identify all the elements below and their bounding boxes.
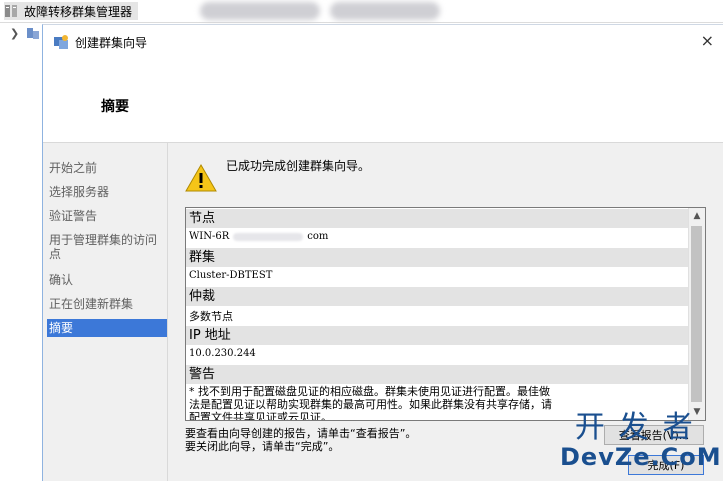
summary-report[interactable]: 节点 WIN-6R com 群集 Cluster-DBTEST 仲裁 多数节点 I… (185, 207, 706, 421)
step-validation-warning[interactable]: 验证警告 (47, 207, 167, 225)
dialog-title: 创建群集向导 (75, 36, 148, 50)
console-tree: ❯ (0, 23, 42, 480)
node-name-prefix: WIN-6R (189, 231, 230, 242)
redacted-region (200, 2, 320, 20)
site-watermark: 开发者 DevZe.CoM (560, 410, 722, 471)
close-wizard-hint: 要关闭此向导，请单击“完成”。 (185, 440, 340, 453)
warning-icon (185, 163, 217, 192)
dialog-titlebar: 创建群集向导 × (43, 25, 723, 58)
step-before-you-begin[interactable]: 开始之前 (47, 159, 167, 177)
scroll-thumb[interactable] (691, 226, 702, 402)
cluster-wizard-icon (54, 35, 68, 49)
step-select-servers[interactable]: 选择服务器 (47, 183, 167, 201)
wizard-header: 摘要 (43, 58, 723, 143)
step-confirmation[interactable]: 确认 (47, 271, 167, 289)
close-icon[interactable]: × (701, 31, 714, 50)
app-titlebar: 故障转移群集管理器 (0, 0, 723, 23)
scroll-up-icon[interactable]: ▲ (689, 208, 705, 224)
warning-note: * 找不到用于配置磁盘见证的相应磁盘。群集未使用见证进行配置。最佳做法是配置见证… (189, 385, 552, 421)
section-header-nodes: 节点 (186, 209, 689, 228)
chevron-right-icon[interactable]: ❯ (10, 27, 19, 40)
section-header-quorum: 仲裁 (186, 287, 689, 306)
page-title: 摘要 (101, 99, 129, 115)
step-access-point[interactable]: 用于管理群集的访问点 (47, 231, 167, 263)
cluster-name-value: Cluster-DBTEST (189, 270, 273, 281)
section-header-ip-address: IP 地址 (186, 326, 689, 345)
redacted-region (330, 2, 440, 20)
watermark-line1: 开发者 (574, 410, 707, 445)
report-body: 节点 WIN-6R com 群集 Cluster-DBTEST 仲裁 多数节点 I… (186, 208, 689, 420)
section-header-warning: 警告 (186, 365, 689, 384)
app-title-tab[interactable]: 故障转移群集管理器 (4, 2, 139, 20)
cluster-manager-icon (5, 5, 17, 17)
step-summary[interactable]: 摘要 (47, 319, 167, 337)
success-message: 已成功完成创建群集向导。 (226, 159, 371, 173)
cluster-node-icon[interactable] (26, 26, 40, 40)
node-name-suffix: com (307, 231, 329, 242)
ip-address-value: 10.0.230.244 (189, 348, 256, 359)
quorum-value: 多数节点 (189, 310, 233, 323)
section-header-cluster: 群集 (186, 248, 689, 267)
app-title: 故障转移群集管理器 (24, 4, 133, 19)
redacted-region (233, 232, 304, 241)
watermark-line2: DevZe.CoM (560, 443, 722, 471)
node-value: WIN-6R com (189, 231, 328, 242)
wizard-steps: 开始之前 选择服务器 验证警告 用于管理群集的访问点 确认 正在创建新群集 摘要 (43, 143, 167, 481)
step-creating-cluster[interactable]: 正在创建新群集 (47, 295, 167, 313)
report-scrollbar[interactable]: ▲ ▼ (688, 208, 705, 420)
